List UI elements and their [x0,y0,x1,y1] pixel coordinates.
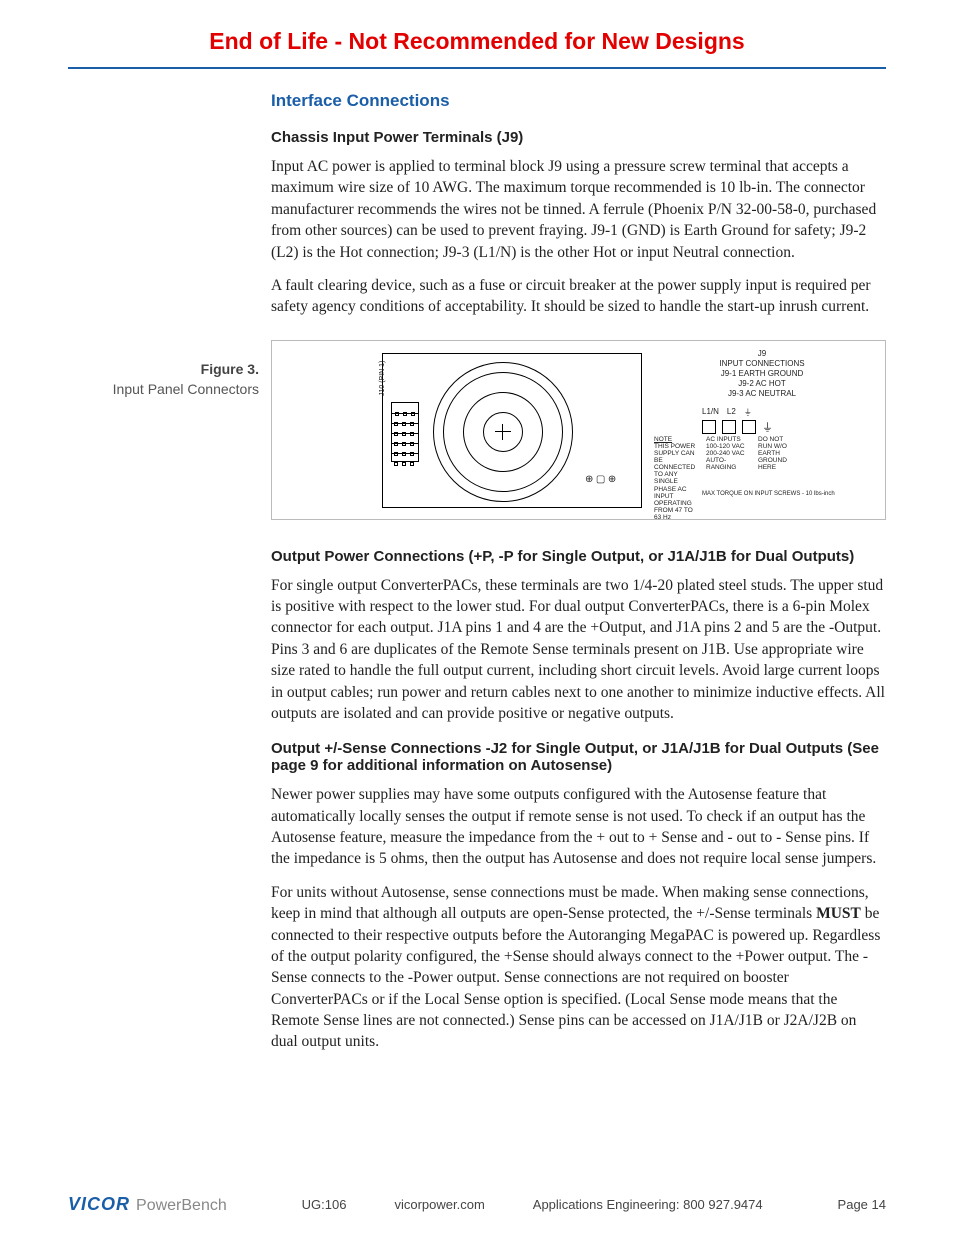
j9-line2: J9-2 AC HOT [662,379,862,389]
terminal-row: ⏚ [702,419,773,435]
output-power-p: For single output ConverterPACs, these t… [271,575,886,725]
j9-line1: J9-1 EARTH GROUND [662,369,862,379]
sense-p2a: For units without Autosense, sense conne… [271,884,869,922]
terminal-l2 [722,420,736,434]
note-body: THIS POWER SUPPLY CAN BE CONNECTED TO AN… [654,443,700,522]
ac-inputs: AC INPUTS [706,436,752,443]
page-footer: VICOR PowerBench UG:106 vicorpower.com A… [68,1194,886,1215]
output-sense-heading: Output +/-Sense Connections -J2 for Sing… [271,740,886,774]
lbl-l2: L2 [727,407,736,418]
earth-txt: EARTH [758,450,804,457]
sense-p1: Newer power supplies may have some outpu… [271,784,886,870]
figure-3-box: J10 (PIN 1) ⊕ ▢ ⊕ [271,340,886,520]
footer-ug: UG:106 [302,1197,347,1212]
header-rule [68,67,886,69]
note-block: NOTE THIS POWER SUPPLY CAN BE CONNECTED … [654,436,804,522]
section-heading: Interface Connections [271,91,886,111]
ground-icon: ⏚ [744,407,752,418]
terminal-l1n [702,420,716,434]
ac-v2: 200-240 VAC [706,450,752,457]
content-grid: Figure 3. Input Panel Connectors Interfa… [68,91,886,1065]
torque-note: MAX TORQUE ON INPUT SCREWS - 10 lbs-inch [702,491,835,497]
main-column: Interface Connections Chassis Input Powe… [271,91,886,1065]
footer-mid: UG:106 vicorpower.com Applications Engin… [302,1197,763,1212]
ground-txt: GROUND [758,457,804,464]
sense-p2: For units without Autosense, sense conne… [271,882,886,1053]
footer-page: Page 14 [838,1197,886,1212]
j10-label: J10 (PIN 1) [379,336,386,396]
j9-line3: J9-3 AC NEUTRAL [662,389,862,399]
runwo: RUN W/O [758,443,804,450]
j10-connector [391,402,419,462]
must-text: MUST [816,905,861,922]
figure-caption: Input Panel Connectors [68,381,259,397]
j9-title: J9 [662,349,862,359]
ranging: RANGING [706,464,752,471]
panel-outline: J10 (PIN 1) ⊕ ▢ ⊕ [382,353,642,508]
footer-apps: Applications Engineering: 800 927.9474 [533,1197,763,1212]
sense-p2b: be connected to their respective outputs… [271,905,880,1050]
footer-site: vicorpower.com [394,1197,484,1212]
logo-powerbench-text: PowerBench [136,1197,227,1215]
sidebar: Figure 3. Input Panel Connectors [68,91,263,1065]
ac-v1: 100-120 VAC [706,443,752,450]
chassis-heading: Chassis Input Power Terminals (J9) [271,129,886,146]
logo-vicor-text: VICOR [68,1194,130,1215]
chassis-p1: Input AC power is applied to terminal bl… [271,156,886,263]
figure-label: Figure 3. [68,361,259,377]
mount-icons: ⊕ ▢ ⊕ [585,474,616,485]
earth-icon: ⏚ [762,419,773,435]
chassis-p2: A fault clearing device, such as a fuse … [271,275,886,318]
eol-banner: End of Life - Not Recommended for New De… [68,28,886,67]
vicor-logo: VICOR PowerBench [68,1194,227,1215]
here: HERE [758,464,804,471]
donot: DO NOT [758,436,804,443]
terminal-labels: L1/N L2 ⏚ [702,407,752,418]
lbl-l1n: L1/N [702,407,719,418]
j9-sub: INPUT CONNECTIONS [662,359,862,369]
note-title: NOTE [654,436,700,443]
output-power-heading: Output Power Connections (+P, -P for Sin… [271,548,886,565]
fan-icon [433,362,573,502]
terminal-gnd [742,420,756,434]
j9-info: J9 INPUT CONNECTIONS J9-1 EARTH GROUND J… [662,349,862,399]
auto: AUTO- [706,457,752,464]
